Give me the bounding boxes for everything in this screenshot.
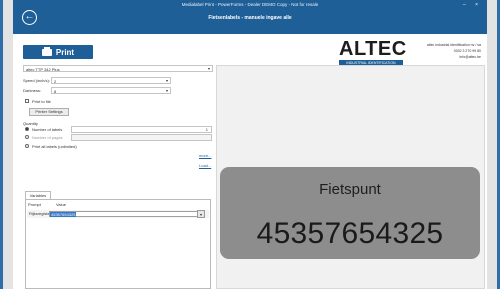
number-of-labels-radio[interactable] xyxy=(25,127,29,131)
number-of-labels-label: Number of labels xyxy=(32,127,63,132)
number-of-pages-radio[interactable] xyxy=(25,135,29,139)
label-number: 45357654325 xyxy=(256,217,444,250)
table-row: Rijksregister 45357654325 ▾ xyxy=(27,210,209,218)
company-info: altec industrial identification nv / sa … xyxy=(427,42,481,60)
main-content: Print ALTEC INDUSTRIAL IDENTIFICATION al… xyxy=(13,34,487,289)
number-of-labels-input[interactable]: 1 xyxy=(71,126,212,133)
number-of-pages-input[interactable] xyxy=(71,134,212,141)
variable-value-text: 45357654325 xyxy=(50,212,77,217)
chevron-down-icon: ▾ xyxy=(165,78,168,83)
number-of-labels-value: 1 xyxy=(205,127,208,132)
chevron-down-icon: ▾ xyxy=(165,88,168,93)
print-button-label: Print xyxy=(55,47,75,57)
printer-settings-button[interactable]: Printer Settings xyxy=(29,108,69,116)
label-preview: Fietspunt 45357654325 xyxy=(220,167,480,259)
speed-select[interactable]: 2 ▾ xyxy=(51,77,171,84)
tab-variables[interactable]: Variables xyxy=(25,191,51,199)
title-bar: ← Medialabel Print - PowerForms - Dealer… xyxy=(13,0,487,34)
print-to-file-checkbox[interactable] xyxy=(25,99,29,103)
settings-panel: altec TTP 342 Plus ▾ Speed (inch/s): 2 ▾… xyxy=(21,63,215,289)
quantity-label: Quantity xyxy=(23,121,38,126)
variable-prompt: Rijksregister xyxy=(29,211,52,216)
load-link[interactable]: Load... xyxy=(199,163,211,168)
altec-logo: ALTEC INDUSTRIAL IDENTIFICATION xyxy=(339,38,407,67)
window-controls[interactable]: – × xyxy=(463,2,482,8)
window-title: Medialabel Print - PowerForms - Dealer D… xyxy=(181,2,319,7)
variables-table: Prompt Value Rijksregister 45357654325 ▾ xyxy=(25,199,211,289)
number-of-pages-label: Number of pages xyxy=(32,135,63,140)
printer-select[interactable]: altec TTP 342 Plus ▾ xyxy=(23,65,213,72)
variable-value-input[interactable]: 45357654325 xyxy=(49,211,201,217)
label-title: Fietspunt xyxy=(319,181,381,198)
label-preview-panel: Fietspunt 45357654325 xyxy=(216,65,485,289)
printer-icon xyxy=(41,46,52,56)
print-button[interactable]: Print xyxy=(23,45,93,59)
print-all-label: Print all labels (unlimited) xyxy=(32,144,77,149)
darkness-select[interactable]: 8 ▾ xyxy=(51,87,171,94)
speed-select-value: 2 xyxy=(54,79,57,84)
print-all-radio[interactable] xyxy=(25,144,29,148)
window-subtitle: Fietsenlabels - manuele ingave alle xyxy=(208,15,292,21)
darkness-select-value: 8 xyxy=(54,89,57,94)
variable-dropdown-button[interactable]: ▾ xyxy=(197,210,205,218)
darkness-label: Darkness: xyxy=(23,88,42,93)
speed-label: Speed (inch/s): xyxy=(23,78,50,83)
chevron-down-icon: ▾ xyxy=(207,66,210,71)
company-email: info@altec.be xyxy=(459,55,481,59)
printer-select-value: altec TTP 342 Plus xyxy=(26,67,60,72)
more-link[interactable]: more... xyxy=(199,153,211,158)
logo-text: ALTEC xyxy=(339,38,407,60)
column-header-value: Value xyxy=(56,202,66,207)
print-to-file-label: Print to file xyxy=(32,99,51,104)
column-header-prompt: Prompt xyxy=(28,202,41,207)
